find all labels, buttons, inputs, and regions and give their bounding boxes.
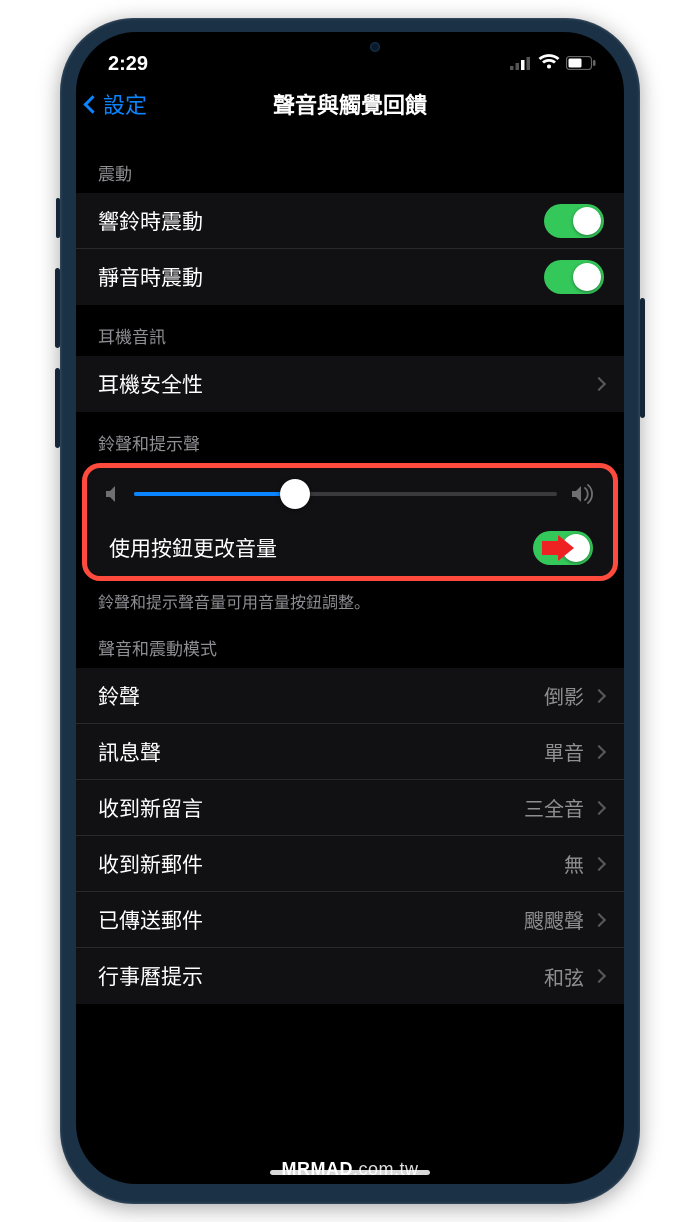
highlight-annotation: 使用按鈕更改音量 [82, 463, 618, 581]
wifi-icon [538, 53, 560, 76]
row-label: 收到新留言 [98, 793, 203, 823]
clock: 2:29 [108, 53, 148, 76]
slider-thumb[interactable] [280, 479, 310, 509]
row-text-tone[interactable]: 訊息聲 單音 [76, 724, 624, 780]
row-value: 無 [564, 849, 584, 878]
chevron-right-icon [592, 688, 606, 702]
front-camera-icon [370, 42, 380, 52]
chevron-left-icon [83, 95, 101, 113]
row-label: 收到新郵件 [98, 849, 203, 879]
row-vibrate-on-ring[interactable]: 響鈴時震動 [76, 193, 624, 249]
phone-frame: 2:29 設定 聲音與觸覺回饋 震動 [60, 18, 640, 1204]
row-label: 已傳送郵件 [98, 905, 203, 935]
page-title: 聲音與觸覺回饋 [76, 88, 624, 120]
home-indicator[interactable] [270, 1170, 430, 1175]
watermark-rest: .com.tw [353, 1159, 419, 1179]
row-value: 三全音 [524, 793, 584, 822]
watermark-bold: MRMAD [281, 1159, 353, 1179]
group-patterns: 鈴聲 倒影 訊息聲 單音 收到新留言 三全音 收到新郵件 無 已傳送郵件 颼 [76, 668, 624, 1004]
group-vibrate: 響鈴時震動 靜音時震動 [76, 193, 624, 305]
row-label: 響鈴時震動 [98, 206, 203, 236]
row-vibrate-on-silent[interactable]: 靜音時震動 [76, 249, 624, 305]
battery-icon [566, 53, 596, 76]
chevron-right-icon [592, 800, 606, 814]
chevron-right-icon [592, 969, 606, 983]
row-change-with-buttons[interactable]: 使用按鈕更改音量 [87, 520, 613, 576]
chevron-right-icon [592, 377, 606, 391]
row-new-voicemail[interactable]: 收到新留言 三全音 [76, 780, 624, 836]
section-header-headphone: 耳機音訊 [76, 305, 624, 356]
row-label: 訊息聲 [98, 737, 161, 767]
screen: 2:29 設定 聲音與觸覺回饋 震動 [76, 32, 624, 1184]
volume-low-icon [105, 485, 120, 503]
row-label: 鈴聲 [98, 681, 140, 711]
row-label: 靜音時震動 [98, 262, 203, 292]
row-label: 耳機安全性 [98, 369, 203, 399]
row-ringtone[interactable]: 鈴聲 倒影 [76, 668, 624, 724]
row-label: 行事曆提示 [98, 961, 203, 991]
power-hw-button [640, 298, 645, 418]
row-headphone-safety[interactable]: 耳機安全性 [76, 356, 624, 412]
nav-bar: 設定 聲音與觸覺回饋 [76, 78, 624, 130]
volume-down-hw-button [55, 368, 60, 448]
volume-high-icon [571, 484, 595, 504]
volume-up-hw-button [55, 268, 60, 348]
row-value: 單音 [544, 737, 584, 766]
row-value: 颼颼聲 [524, 905, 584, 934]
row-sent-mail[interactable]: 已傳送郵件 颼颼聲 [76, 892, 624, 948]
chevron-right-icon [592, 744, 606, 758]
section-header-patterns: 聲音和震動模式 [76, 617, 624, 668]
row-value: 和弦 [544, 962, 584, 991]
group-headphone: 耳機安全性 [76, 356, 624, 412]
chevron-right-icon [592, 912, 606, 926]
ringer-volume-slider[interactable] [134, 492, 557, 496]
section-header-vibrate: 震動 [76, 142, 624, 193]
section-footer-ringer: 鈴聲和提示聲音量可用音量按鈕調整。 [76, 581, 624, 617]
back-button[interactable]: 設定 [86, 88, 147, 120]
row-new-mail[interactable]: 收到新郵件 無 [76, 836, 624, 892]
row-label: 使用按鈕更改音量 [109, 533, 277, 563]
toggle-vibrate-on-ring[interactable] [544, 204, 604, 238]
chevron-right-icon [592, 856, 606, 870]
row-ringer-slider [87, 468, 613, 520]
row-value: 倒影 [544, 681, 584, 710]
section-header-ringer: 鈴聲和提示聲 [76, 412, 624, 463]
cellular-icon [510, 53, 532, 76]
settings-content[interactable]: 震動 響鈴時震動 靜音時震動 耳機音訊 耳機安全性 鈴聲和提示聲 [76, 130, 624, 1004]
row-calendar-alerts[interactable]: 行事曆提示 和弦 [76, 948, 624, 1004]
back-label: 設定 [103, 88, 147, 120]
toggle-vibrate-on-silent[interactable] [544, 260, 604, 294]
silent-switch [56, 198, 60, 238]
arrow-annotation-icon [542, 535, 574, 561]
notch [245, 32, 455, 62]
